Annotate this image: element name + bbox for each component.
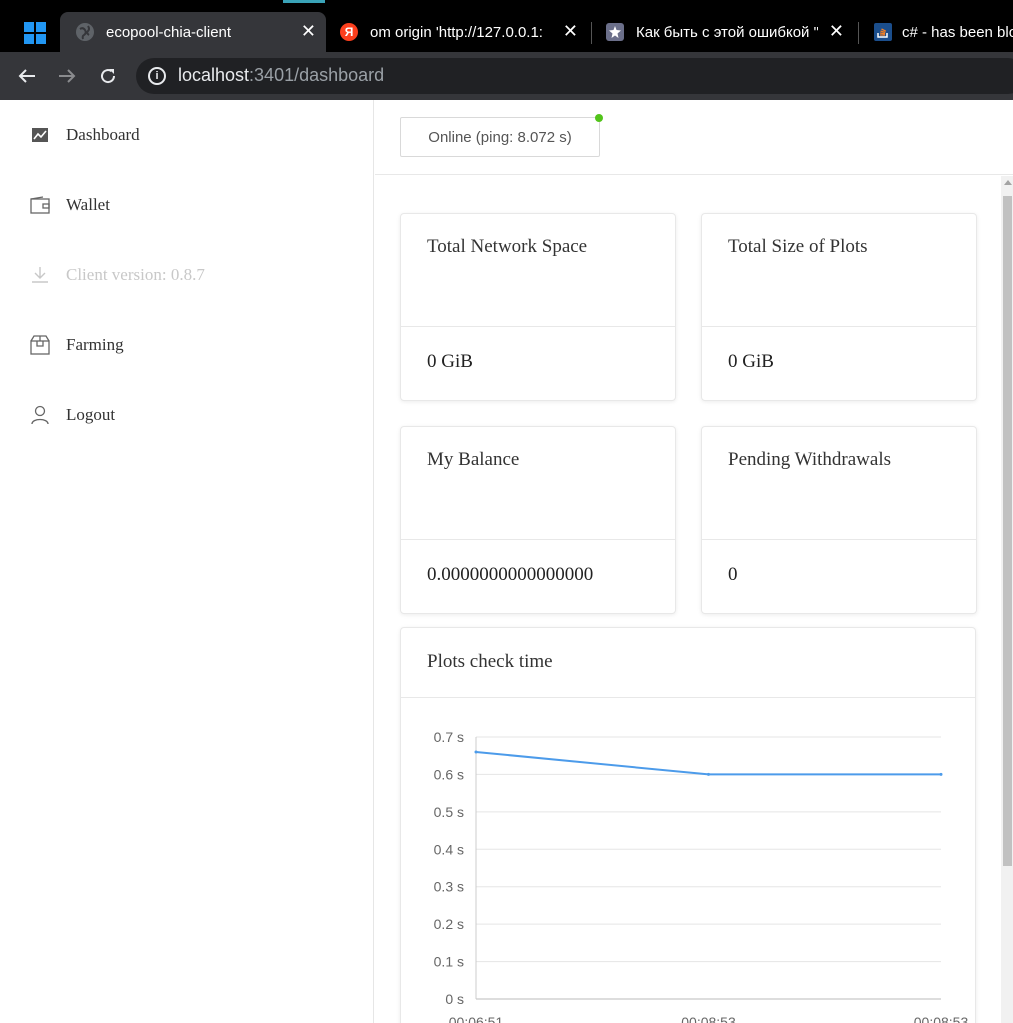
stat-card-plots-size: Total Size of Plots 0 GiB xyxy=(701,213,977,401)
reload-icon[interactable] xyxy=(96,64,120,88)
sidebar-item-wallet[interactable]: Wallet xyxy=(30,190,110,220)
line-chart-icon xyxy=(30,125,50,145)
card-value: 0 GiB xyxy=(427,351,473,372)
windows-start-icon[interactable] xyxy=(24,22,46,44)
sidebar-item-label: Wallet xyxy=(66,195,110,214)
browser-tab-bar: ecopool-chia-client ✕ Я om origin 'http:… xyxy=(0,0,1013,52)
y-tick-label: 0.5 s xyxy=(434,804,464,820)
tab-close-icon[interactable]: ✕ xyxy=(558,21,578,42)
download-icon xyxy=(30,265,50,285)
sidebar: Dashboard Wallet Client version: 0.8.7 F… xyxy=(0,100,374,1023)
x-tick-label: 00:06:51 xyxy=(449,1014,504,1023)
card-title: Pending Withdrawals xyxy=(702,427,976,540)
stackoverflow-icon xyxy=(874,23,892,41)
sidebar-item-label: Client version: 0.8.7 xyxy=(66,265,205,284)
wallet-icon xyxy=(30,195,50,215)
online-status-dot xyxy=(595,114,603,122)
sidebar-item-dashboard[interactable]: Dashboard xyxy=(30,120,140,150)
stat-card-balance: My Balance 0.0000000000000000 xyxy=(400,426,676,614)
sidebar-item-farming[interactable]: Farming xyxy=(30,330,124,360)
data-point xyxy=(474,750,478,754)
main-content: Online (ping: 8.072 s) Total Network Spa… xyxy=(375,100,1013,1023)
y-tick-label: 0.7 s xyxy=(434,729,464,745)
data-point xyxy=(707,772,710,776)
globe-icon xyxy=(76,23,94,41)
sidebar-item-label: Dashboard xyxy=(66,125,140,144)
sidebar-item-logout[interactable]: Logout xyxy=(30,400,115,430)
tab-title: Как быть с этой ошибкой " xyxy=(636,23,818,41)
user-icon xyxy=(30,405,50,425)
forum-icon xyxy=(606,23,624,41)
status-bar: Online (ping: 8.072 s) xyxy=(375,100,1013,175)
browser-tab-1[interactable]: ecopool-chia-client ✕ xyxy=(60,12,326,52)
tab-title: ecopool-chia-client xyxy=(106,23,232,41)
sidebar-item-label: Farming xyxy=(66,335,124,354)
yandex-icon: Я xyxy=(340,23,358,41)
card-title: Total Network Space xyxy=(401,214,675,327)
y-tick-label: 0 s xyxy=(445,991,464,1007)
tab-close-icon[interactable]: ✕ xyxy=(296,21,316,42)
data-point xyxy=(939,772,943,776)
browser-tab-4[interactable]: c# - has been blo xyxy=(874,12,1013,52)
y-tick-label: 0.3 s xyxy=(434,879,464,895)
back-arrow-icon[interactable] xyxy=(15,64,39,88)
tab-separator xyxy=(858,22,859,44)
tab-accent-line xyxy=(283,0,325,3)
card-value: 0 GiB xyxy=(728,351,774,372)
stat-card-pending-withdrawals: Pending Withdrawals 0 xyxy=(701,426,977,614)
chart-title: Plots check time xyxy=(401,628,975,698)
site-info-icon[interactable]: i xyxy=(148,67,166,85)
y-tick-label: 0.6 s xyxy=(434,766,464,782)
scrollbar-thumb[interactable] xyxy=(1003,196,1012,866)
x-tick-label: 00:08:53 xyxy=(681,1014,736,1023)
browser-tab-2[interactable]: Я om origin 'http://127.0.0.1:3 ✕ xyxy=(338,12,588,52)
card-title: My Balance xyxy=(401,427,675,540)
sidebar-item-label: Logout xyxy=(66,405,116,424)
series-line xyxy=(475,750,941,776)
browser-tab-3[interactable]: Как быть с этой ошибкой " ✕ xyxy=(606,12,858,52)
box-icon xyxy=(30,335,50,355)
y-tick-label: 0.2 s xyxy=(434,916,464,932)
y-tick-label: 0.4 s xyxy=(434,841,464,857)
plots-check-time-card: Plots check time 0 s 0.1 s 0.2 s 0.3 s 0.4 s… xyxy=(400,627,976,1023)
forward-arrow-icon[interactable] xyxy=(55,64,79,88)
y-tick-label: 0.1 s xyxy=(434,954,464,970)
tab-separator xyxy=(591,22,592,44)
tab-title: om origin 'http://127.0.0.1:3 xyxy=(370,23,542,41)
card-value: 0.0000000000000000 xyxy=(427,564,594,585)
scroll-up-arrow-icon[interactable] xyxy=(1004,180,1012,185)
tab-title: c# - has been blo xyxy=(902,23,1013,41)
x-tick-label: 00:08:53 xyxy=(914,1014,969,1023)
url-text[interactable]: localhost:3401/dashboard xyxy=(178,65,384,86)
plots-check-time-chart: 0 s 0.1 s 0.2 s 0.3 s 0.4 s 0.5 s 0.6 s 0.7 s 00… xyxy=(434,729,969,1023)
card-title: Total Size of Plots xyxy=(702,214,976,327)
sidebar-item-client-version: Client version: 0.8.7 xyxy=(30,260,205,290)
stat-card-network-space: Total Network Space 0 GiB xyxy=(400,213,676,401)
connection-status-label: Online (ping: 8.072 s) xyxy=(428,128,572,146)
card-value: 0 xyxy=(728,564,738,585)
tab-close-icon[interactable]: ✕ xyxy=(824,21,844,42)
connection-status-button[interactable]: Online (ping: 8.072 s) xyxy=(400,114,603,157)
